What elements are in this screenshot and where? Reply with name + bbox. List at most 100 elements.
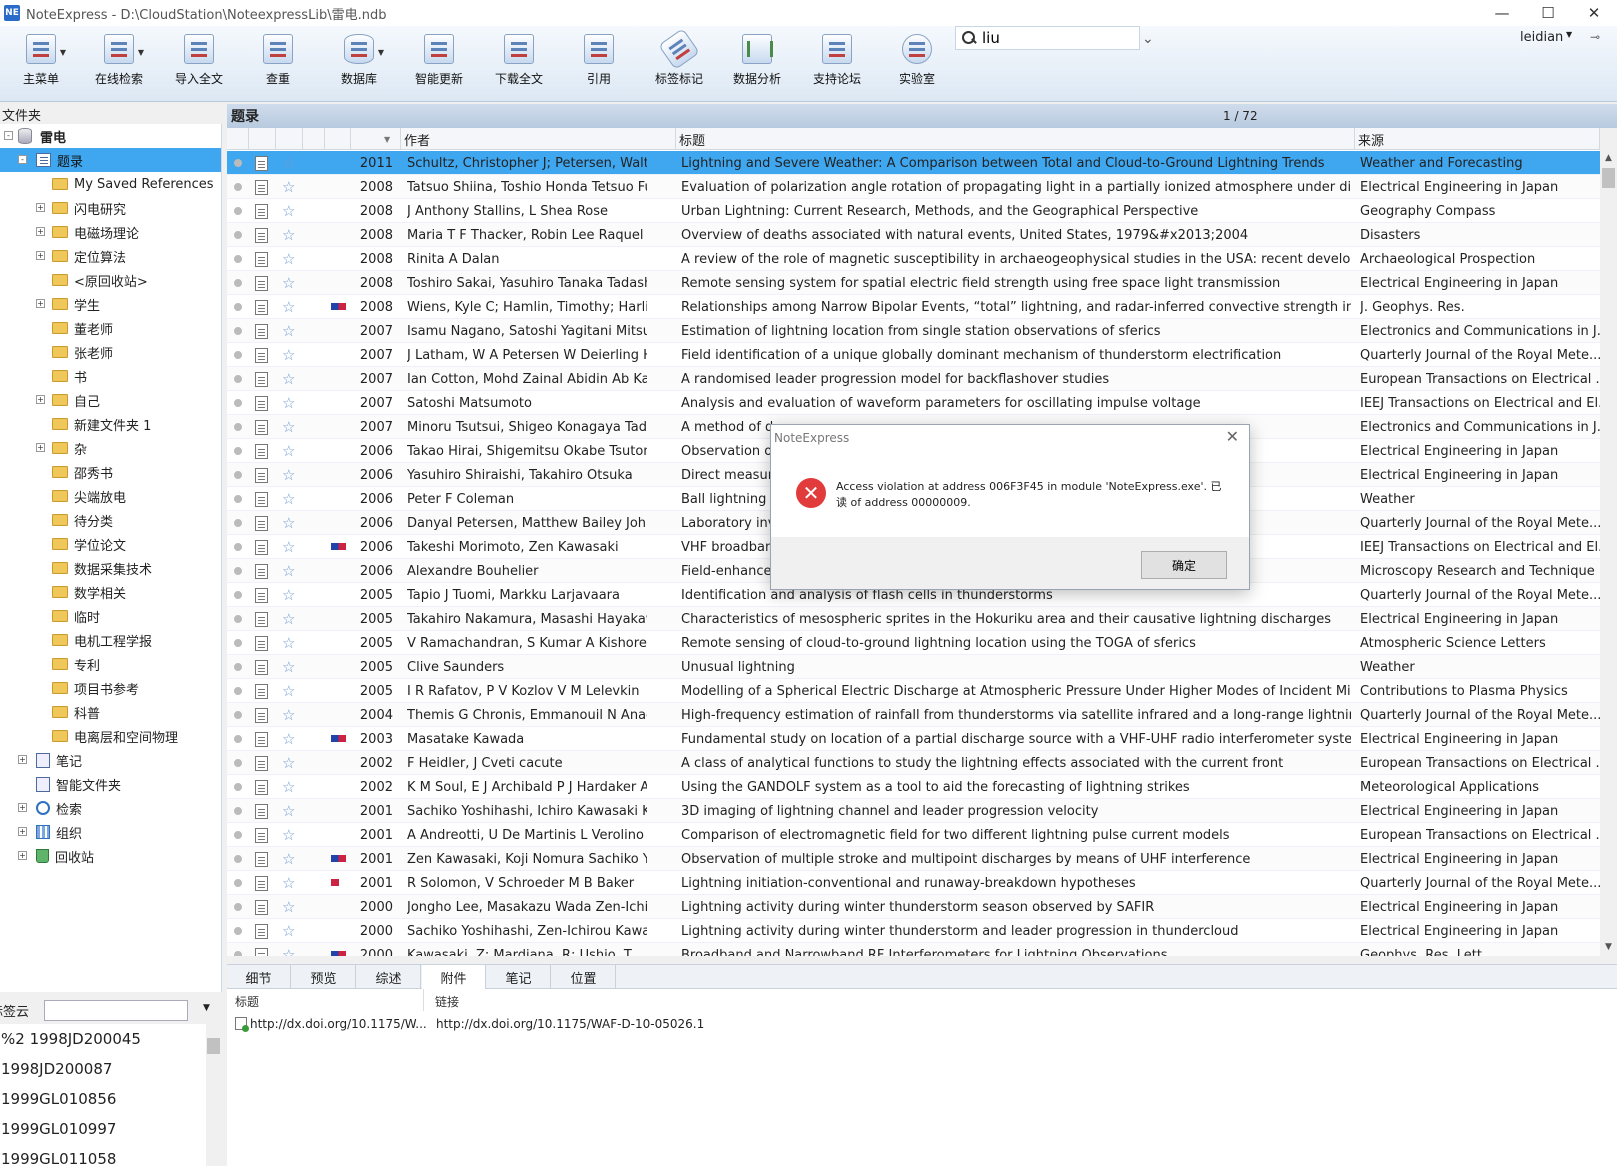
tree-item[interactable]: 项目书参考: [0, 676, 221, 700]
tree-item[interactable]: + 电磁场理论: [0, 220, 221, 244]
col-author[interactable]: 作者: [401, 128, 676, 150]
document-icon[interactable]: [255, 372, 268, 387]
star-icon[interactable]: ☆: [282, 274, 295, 292]
tree-item[interactable]: 董老师: [0, 316, 221, 340]
star-icon[interactable]: ☆: [282, 946, 295, 956]
tree-item[interactable]: 临时: [0, 604, 221, 628]
star-icon[interactable]: ☆: [282, 874, 295, 892]
toolbar-button-10[interactable]: 支持论坛: [802, 34, 872, 98]
tree-item[interactable]: + 回收站: [0, 844, 221, 868]
col-star[interactable]: [276, 128, 303, 150]
table-row[interactable]: ☆ 2008 Rinita A Dalan A review of the role …: [227, 247, 1600, 271]
table-row[interactable]: ☆ 2008 Wiens, Kyle C; Hamlin, Timothy; Har…: [227, 295, 1600, 319]
document-icon[interactable]: [255, 804, 268, 819]
star-icon[interactable]: ☆: [282, 370, 295, 388]
table-row[interactable]: ☆ 2007 Satoshi Matsumoto Analysis and evalu…: [227, 391, 1600, 415]
tree-item[interactable]: <原回收站>: [0, 268, 221, 292]
document-icon[interactable]: [255, 660, 268, 675]
tab-1[interactable]: 预览: [292, 965, 356, 989]
toolbar-button-11[interactable]: 实验室: [882, 34, 952, 98]
toolbar-dropdown-icon[interactable]: ▼: [60, 48, 66, 57]
document-icon[interactable]: [255, 708, 268, 723]
dialog-close-icon[interactable]: ✕: [1226, 427, 1239, 446]
star-icon[interactable]: ☆: [282, 514, 295, 532]
star-icon[interactable]: ☆: [282, 178, 295, 196]
tab-0[interactable]: 细节: [227, 965, 291, 989]
tree-item[interactable]: 电离层和空间物理: [0, 724, 221, 748]
table-row[interactable]: ☆ 2008 Toshiro Sakai, Yasuhiro Tanaka Tada…: [227, 271, 1600, 295]
tree-item[interactable]: + 笔记: [0, 748, 221, 772]
scroll-down-icon[interactable]: ▼: [1600, 939, 1617, 956]
chevron-down-icon[interactable]: ⌄: [1142, 31, 1154, 47]
tree-item[interactable]: - 题录: [0, 148, 221, 172]
tree-item[interactable]: + 组织: [0, 820, 221, 844]
star-icon[interactable]: ☆: [282, 322, 295, 340]
col-read[interactable]: [303, 128, 325, 150]
table-row[interactable]: ☆ 2005 Takahiro Nakamura, Masashi Hayakawa…: [227, 607, 1600, 631]
tree-item[interactable]: 科普: [0, 700, 221, 724]
document-icon[interactable]: [255, 276, 268, 291]
expand-icon[interactable]: +: [36, 443, 45, 452]
expand-icon[interactable]: +: [36, 299, 45, 308]
star-icon[interactable]: ☆: [282, 298, 295, 316]
tree-item[interactable]: My Saved References: [0, 172, 221, 196]
document-icon[interactable]: [255, 732, 268, 747]
toolbar-button-0[interactable]: ▼ 主菜单: [6, 34, 76, 98]
table-row[interactable]: ☆ 2007 Isamu Nagano, Satoshi Yagitani Mits…: [227, 319, 1600, 343]
search-box[interactable]: [955, 26, 1140, 50]
minimize-icon[interactable]: —: [1479, 0, 1525, 26]
toolbar-button-5[interactable]: 智能更新: [404, 34, 474, 98]
document-icon[interactable]: [255, 948, 268, 956]
star-icon[interactable]: ☆: [282, 154, 295, 172]
document-icon[interactable]: [255, 300, 268, 315]
toolbar-button-1[interactable]: ▼ 在线检索: [84, 34, 154, 98]
tree-item[interactable]: + 杂: [0, 436, 221, 460]
tab-2[interactable]: 综述: [357, 965, 421, 989]
document-icon[interactable]: [255, 252, 268, 267]
expand-icon[interactable]: +: [18, 803, 27, 812]
star-icon[interactable]: ☆: [282, 442, 295, 460]
toolbar-button-3[interactable]: 查重: [243, 34, 313, 98]
table-row[interactable]: ☆ 2001 R Solomon, V Schroeder M B Baker Lig…: [227, 871, 1600, 895]
table-row[interactable]: ☆ 2004 Themis G Chronis, Emmanouil N Anagn…: [227, 703, 1600, 727]
star-icon[interactable]: ☆: [282, 586, 295, 604]
document-icon[interactable]: [255, 540, 268, 555]
col-title[interactable]: 标题: [676, 128, 1355, 150]
table-row[interactable]: ☆ 2005 I R Rafatov, P V Kozlov V M Lelevki…: [227, 679, 1600, 703]
tree-item[interactable]: 张老师: [0, 340, 221, 364]
table-row[interactable]: ☆ 2007 J Latham, W A Petersen W Deierling …: [227, 343, 1600, 367]
document-icon[interactable]: [255, 636, 268, 651]
table-scrollbar[interactable]: ▲ ▼: [1600, 150, 1617, 956]
star-icon[interactable]: ☆: [282, 418, 295, 436]
table-row[interactable]: ☆ 2002 K M Soul, E J Archibald P J Hardake…: [227, 775, 1600, 799]
table-row[interactable]: ☆ 2001 Zen Kawasaki, Koji Nomura Sachiko Y…: [227, 847, 1600, 871]
col-flag[interactable]: [325, 128, 351, 150]
toolbar-button-9[interactable]: 数据分析: [722, 34, 792, 98]
table-row[interactable]: ☆ 2000 Kawasaki, Z; Mardiana, R; Ushio, T B…: [227, 943, 1600, 956]
attachment-row-link[interactable]: http://dx.doi.org/10.1175/WAF-D-10-05026…: [436, 1017, 704, 1031]
col-source[interactable]: 来源: [1355, 128, 1600, 150]
tree-item[interactable]: + 检索: [0, 796, 221, 820]
star-icon[interactable]: ☆: [282, 346, 295, 364]
dropdown-arrow-icon[interactable]: ▼: [203, 1003, 210, 1013]
table-row[interactable]: ☆ 2005 V Ramachandran, S Kumar A Kishore Re…: [227, 631, 1600, 655]
star-icon[interactable]: ☆: [282, 250, 295, 268]
toolbar-button-2[interactable]: 导入全文: [164, 34, 234, 98]
col-status[interactable]: [227, 128, 249, 150]
document-icon[interactable]: [255, 492, 268, 507]
document-icon[interactable]: [255, 924, 268, 939]
tree-item[interactable]: 数据采集技术: [0, 556, 221, 580]
document-icon[interactable]: [255, 612, 268, 627]
document-icon[interactable]: [255, 156, 268, 171]
document-icon[interactable]: [255, 876, 268, 891]
table-row[interactable]: ☆ 2000 Jongho Lee, Masakazu Wada Zen-Ichir…: [227, 895, 1600, 919]
document-icon[interactable]: [255, 564, 268, 579]
star-icon[interactable]: ☆: [282, 754, 295, 772]
tag-item[interactable]: 1999GL011058: [0, 1144, 206, 1166]
star-icon[interactable]: ☆: [282, 682, 295, 700]
document-icon[interactable]: [255, 684, 268, 699]
tree-item[interactable]: 智能文件夹: [0, 772, 221, 796]
expand-icon[interactable]: +: [36, 227, 45, 236]
table-row[interactable]: ☆ 2007 Ian Cotton, Mohd Zainal Abidin Ab K…: [227, 367, 1600, 391]
star-icon[interactable]: ☆: [282, 730, 295, 748]
